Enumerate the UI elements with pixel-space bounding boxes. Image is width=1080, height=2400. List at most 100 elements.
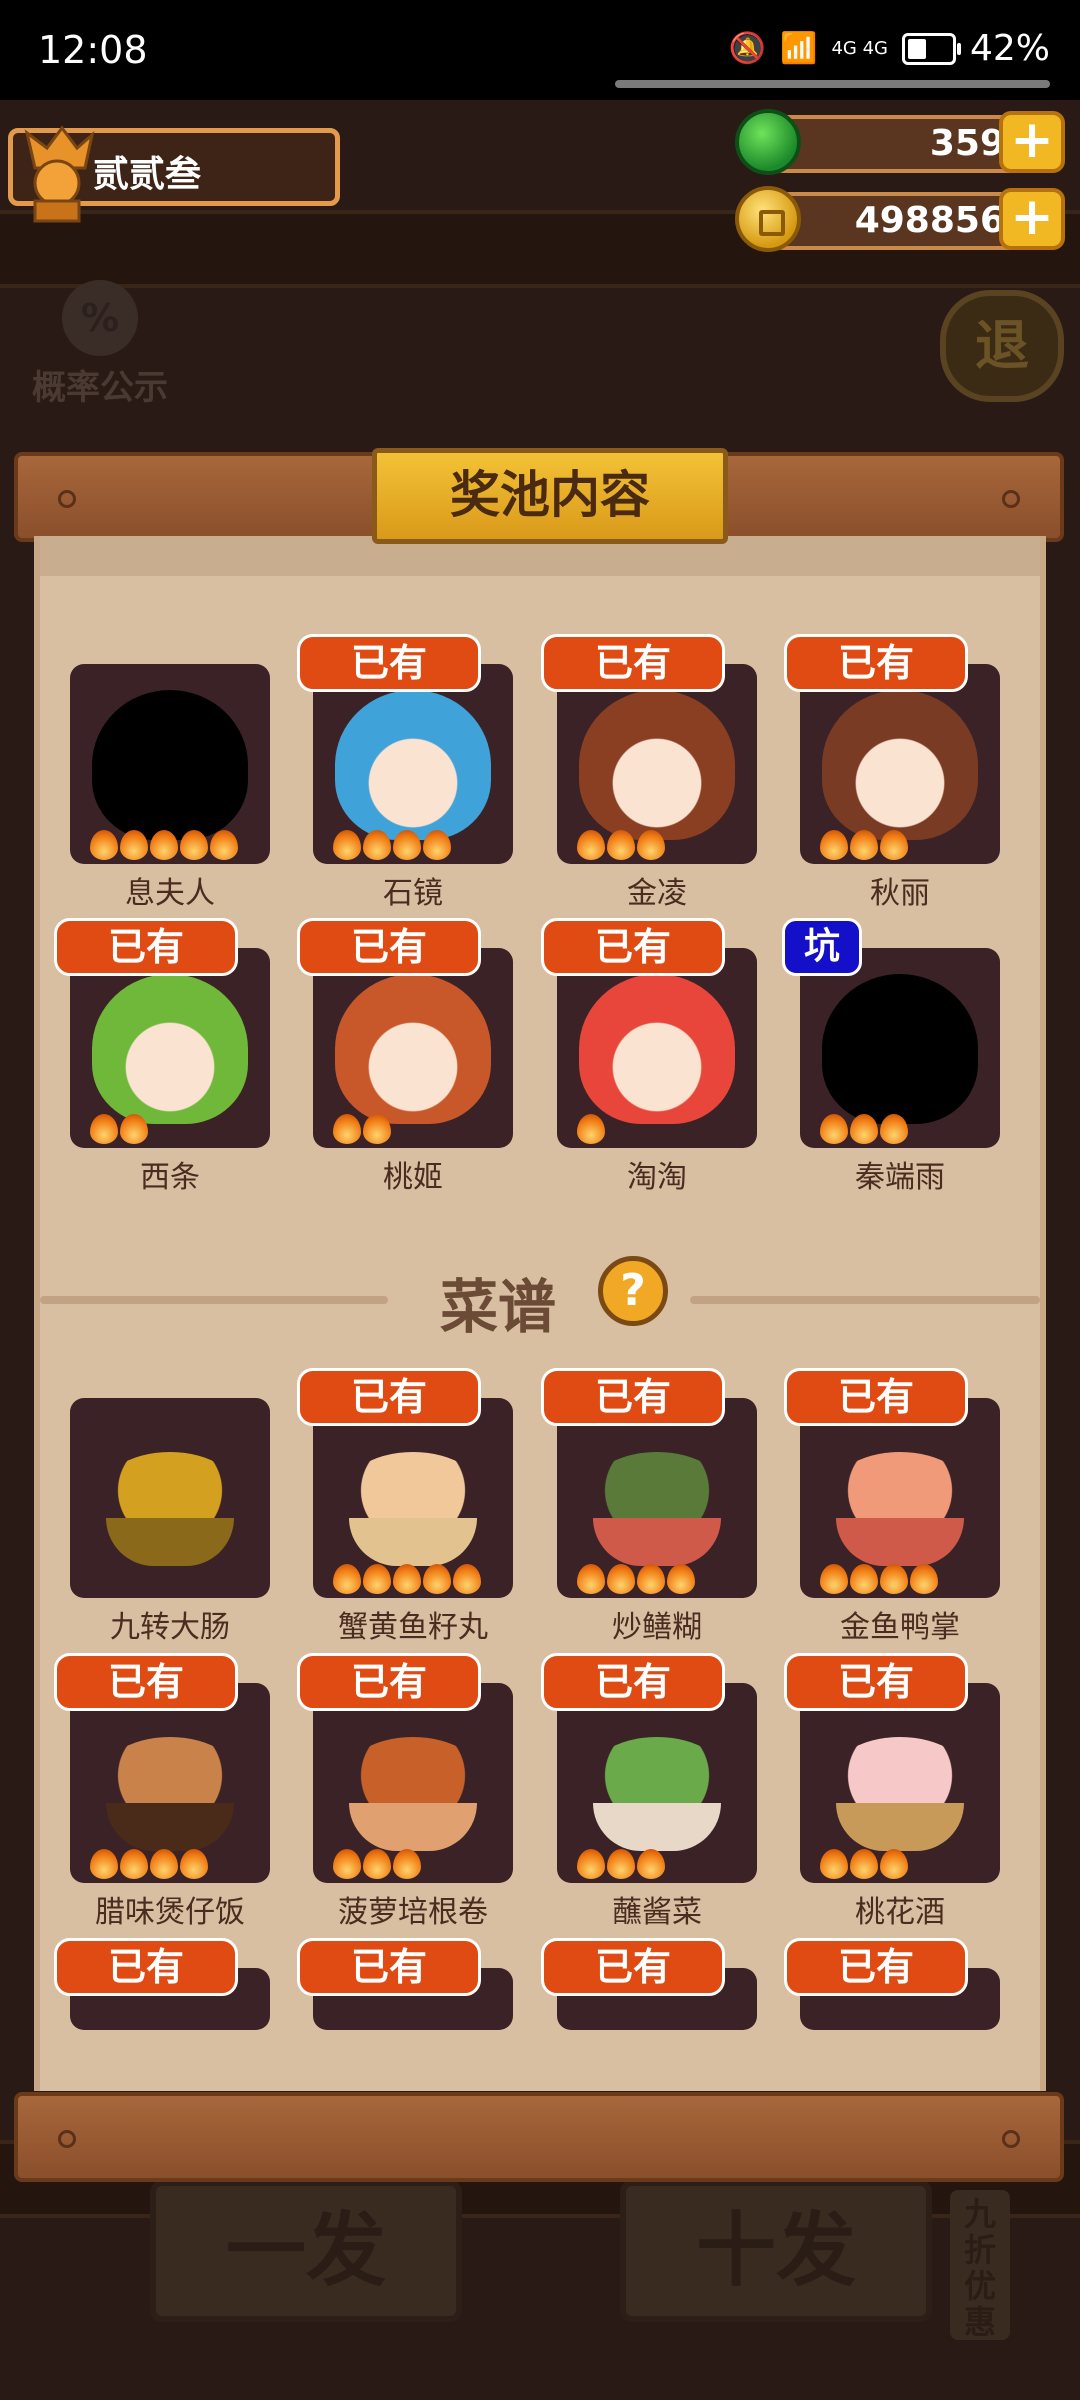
- owned-badge: 已有: [297, 1368, 481, 1426]
- recipe-card[interactable]: [800, 1398, 1000, 1598]
- character-silhouette: [822, 974, 978, 1124]
- recipe-name: 蘸酱菜: [612, 1895, 702, 1930]
- rarity-flames: [577, 1114, 605, 1144]
- flame-icon: [607, 830, 635, 860]
- flame-icon: [880, 1849, 908, 1879]
- flame-icon: [850, 830, 878, 860]
- character-card[interactable]: [800, 664, 1000, 864]
- player-name-plate[interactable]: 贰贰叁: [8, 125, 340, 223]
- flame-icon: [577, 830, 605, 860]
- flame-icon: [90, 1849, 118, 1879]
- recipe-name: 金鱼鸭掌: [840, 1610, 960, 1645]
- jade-counter: 359 +: [735, 109, 1065, 179]
- character-name: 金凌: [627, 876, 687, 911]
- wifi-icon: 📶: [780, 31, 818, 66]
- battery-icon: [901, 32, 961, 65]
- flame-icon: [150, 1849, 178, 1879]
- bowl-icon: [593, 1803, 721, 1851]
- flame-icon: [363, 1564, 391, 1594]
- recipe-card[interactable]: [313, 1683, 513, 1883]
- help-icon[interactable]: ?: [598, 1256, 668, 1326]
- character-name: 西条: [140, 1160, 200, 1195]
- owned-badge: 已有: [297, 1653, 481, 1711]
- recipe-name: 九转大肠: [110, 1610, 230, 1645]
- rarity-flames: [90, 1849, 208, 1879]
- signal-icon: 4G 4G: [831, 38, 888, 59]
- character-card[interactable]: [800, 948, 1000, 1148]
- character-card[interactable]: [70, 664, 270, 864]
- flame-icon: [850, 1564, 878, 1594]
- coin-value: 498856: [854, 200, 1005, 241]
- owned-badge: 已有: [784, 1368, 968, 1426]
- status-bar: 12:08 🔕 📶 4G 4G 42%: [0, 0, 1080, 100]
- rarity-flames: [820, 1849, 908, 1879]
- flame-icon: [607, 1564, 635, 1594]
- owned-badge: 已有: [541, 1368, 725, 1426]
- character-portrait: [579, 974, 735, 1124]
- recipe-name: 桃花酒: [855, 1895, 945, 1930]
- rarity-flames: [577, 1564, 695, 1594]
- flame-icon: [910, 1564, 938, 1594]
- recipe-name: 炒鳝糊: [612, 1610, 702, 1645]
- recipe-card[interactable]: [313, 1398, 513, 1598]
- flame-icon: [453, 1564, 481, 1594]
- notification-handle: [615, 80, 1050, 88]
- flame-icon: [820, 830, 848, 860]
- character-name: 秦端雨: [855, 1160, 945, 1195]
- probability-label: 概率公示: [32, 368, 168, 408]
- flame-icon: [880, 1564, 908, 1594]
- rarity-flames: [577, 830, 665, 860]
- jade-value: 359: [929, 123, 1005, 164]
- rarity-flames: [333, 830, 451, 860]
- chef-avatar-icon: [24, 125, 95, 223]
- owned-badge: 已有: [54, 1653, 238, 1711]
- battery-percent: 42%: [969, 28, 1050, 69]
- panel-bottom-rail: [14, 2092, 1064, 2182]
- character-card[interactable]: [557, 948, 757, 1148]
- character-name: 息夫人: [125, 876, 215, 911]
- character-name: 桃姬: [383, 1160, 443, 1195]
- recipe-card[interactable]: [70, 1683, 270, 1883]
- character-card[interactable]: [313, 664, 513, 864]
- recipe-name: 腊味煲仔饭: [95, 1895, 245, 1930]
- flame-icon: [333, 1849, 361, 1879]
- recipe-name: 蟹黄鱼籽丸: [338, 1610, 488, 1645]
- flame-icon: [120, 830, 148, 860]
- add-coins-button[interactable]: +: [999, 188, 1065, 250]
- flame-icon: [607, 1849, 635, 1879]
- bowl-icon: [836, 1803, 964, 1851]
- probability-button: % 概率公示: [30, 280, 170, 409]
- character-name: 石镜: [383, 876, 443, 911]
- flame-icon: [880, 830, 908, 860]
- recipe-card[interactable]: [557, 1398, 757, 1598]
- owned-badge: 已有: [541, 918, 725, 976]
- flame-icon: [850, 1114, 878, 1144]
- owned-badge: 已有: [54, 1938, 238, 1996]
- flame-icon: [393, 1849, 421, 1879]
- flame-icon: [90, 1114, 118, 1144]
- character-card[interactable]: [70, 948, 270, 1148]
- rarity-flames: [820, 1564, 938, 1594]
- character-card[interactable]: [313, 948, 513, 1148]
- recipe-card[interactable]: [800, 1683, 1000, 1883]
- coin-counter: 498856 +: [735, 186, 1065, 256]
- character-card[interactable]: [557, 664, 757, 864]
- character-portrait: [335, 690, 491, 840]
- divider: [690, 1296, 1040, 1304]
- flame-icon: [637, 1564, 665, 1594]
- owned-badge: 已有: [784, 1938, 968, 1996]
- flame-icon: [363, 1114, 391, 1144]
- rarity-flames: [820, 1114, 908, 1144]
- flame-icon: [393, 1564, 421, 1594]
- flame-icon: [423, 1564, 451, 1594]
- bowl-icon: [836, 1518, 964, 1566]
- recipe-card[interactable]: [70, 1398, 270, 1598]
- owned-badge: 已有: [541, 1653, 725, 1711]
- add-jade-button[interactable]: +: [999, 111, 1065, 173]
- pit-badge: 坑: [782, 918, 862, 976]
- recipe-name: 菠萝培根卷: [338, 1895, 488, 1930]
- recipe-card[interactable]: [557, 1683, 757, 1883]
- flame-icon: [120, 1849, 148, 1879]
- flame-icon: [210, 830, 238, 860]
- owned-badge: 已有: [297, 918, 481, 976]
